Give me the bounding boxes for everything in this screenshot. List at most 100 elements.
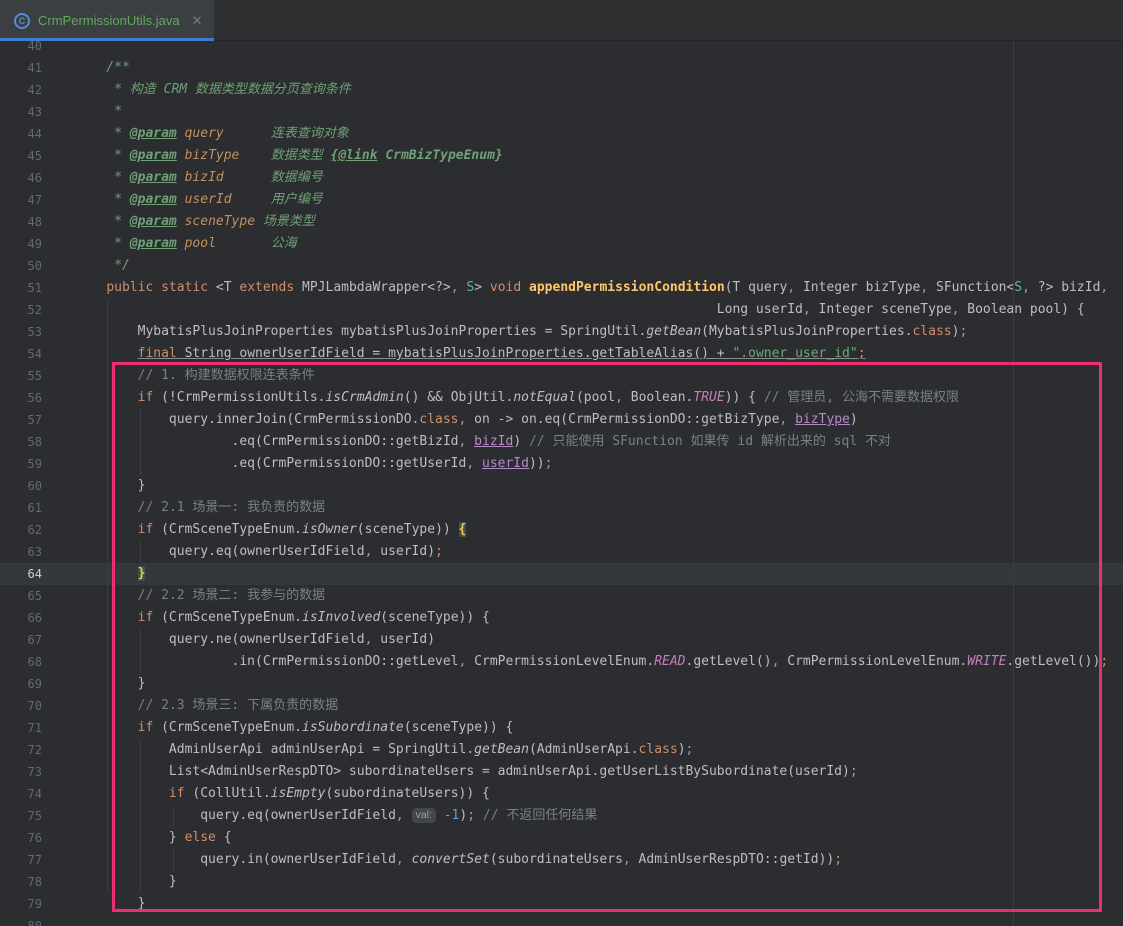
code-line[interactable]: 49 * @param pool 公海 <box>0 233 1123 255</box>
code-line[interactable]: 40 <box>0 41 1123 57</box>
line-number: 52 <box>0 299 42 321</box>
close-icon[interactable]: ✕ <box>192 13 203 29</box>
code-text: // 2.3 场景三: 下属负责的数据 <box>42 695 338 717</box>
code-text: if (!CrmPermissionUtils.isCrmAdmin() && … <box>42 387 959 409</box>
token: bizId <box>474 434 513 449</box>
line-number: 50 <box>0 255 42 277</box>
line-number: 70 <box>0 695 42 717</box>
code-line[interactable]: 69 } <box>0 673 1123 695</box>
tab-crmpermissionutils-java[interactable]: C CrmPermissionUtils.java ✕ <box>0 0 214 41</box>
code-line[interactable]: 44 * @param query 连表查询对象 <box>0 123 1123 145</box>
token: query <box>177 126 224 141</box>
code-line[interactable]: 57 query.innerJoin(CrmPermissionDO.class… <box>0 409 1123 431</box>
line-number: 54 <box>0 343 42 365</box>
line-number: 42 <box>0 79 42 101</box>
token: * 构造 CRM 数据类型数据分页查询条件 <box>75 82 351 97</box>
code-line[interactable]: 80 <box>0 915 1123 926</box>
code-line[interactable]: 43 * <box>0 101 1123 123</box>
line-number: 40 <box>0 41 42 57</box>
token: // 2.3 场景三: 下属负责的数据 <box>138 698 338 713</box>
token: , <box>787 280 795 295</box>
code-line[interactable]: 70 // 2.3 场景三: 下属负责的数据 <box>0 695 1123 717</box>
token: {@link <box>331 148 378 163</box>
code-line[interactable]: 79 } <box>0 893 1123 915</box>
code-line[interactable]: 66 if (CrmSceneTypeEnum.isInvolved(scene… <box>0 607 1123 629</box>
code-line[interactable]: 62 if (CrmSceneTypeEnum.isOwner(sceneTyp… <box>0 519 1123 541</box>
code-line[interactable]: 47 * @param userId 用户编号 <box>0 189 1123 211</box>
line-number: 68 <box>0 651 42 673</box>
token: S <box>1014 280 1022 295</box>
code-line[interactable]: 73 List<AdminUserRespDTO> subordinateUse… <box>0 761 1123 783</box>
code-text: * @param query 连表查询对象 <box>42 123 349 145</box>
token: , <box>1100 280 1108 295</box>
token: 场景类型 <box>255 214 315 229</box>
line-number: 41 <box>0 57 42 79</box>
code-editor[interactable]: 4041 /**42 * 构造 CRM 数据类型数据分页查询条件43 *44 *… <box>0 41 1123 926</box>
code-line[interactable]: 61 // 2.1 场景一: 我负责的数据 <box>0 497 1123 519</box>
code-line[interactable]: 63 query.eq(ownerUserIdField, userId); <box>0 541 1123 563</box>
code-line[interactable]: 41 /** <box>0 57 1123 79</box>
code-text: */ <box>42 255 130 277</box>
code-text: Long userId, Integer sceneType, Boolean … <box>42 299 1085 321</box>
token: /** <box>75 60 130 75</box>
code-line[interactable]: 67 query.ne(ownerUserIdField, userId) <box>0 629 1123 651</box>
code-text: .eq(CrmPermissionDO::getBizId, bizId) //… <box>42 431 891 453</box>
token: if <box>169 786 185 801</box>
code-line[interactable]: 72 AdminUserApi adminUserApi = SpringUti… <box>0 739 1123 761</box>
code-text: query.in(ownerUserIdField, convertSet(su… <box>42 849 842 871</box>
line-number: 56 <box>0 387 42 409</box>
line-number: 43 <box>0 101 42 123</box>
token: (subordinateUsers <box>490 852 623 867</box>
token: ; <box>545 456 553 471</box>
code-line[interactable]: 65 // 2.2 场景二: 我参与的数据 <box>0 585 1123 607</box>
code-line[interactable]: 60 } <box>0 475 1123 497</box>
token: , <box>623 852 631 867</box>
code-line[interactable]: 71 if (CrmSceneTypeEnum.isSubordinate(sc… <box>0 717 1123 739</box>
code-text: } <box>42 893 145 915</box>
token: (sceneType)) <box>357 522 459 537</box>
code-line[interactable]: 58 .eq(CrmPermissionDO::getBizId, bizId)… <box>0 431 1123 453</box>
token: class <box>912 324 951 339</box>
token: isSubordinate <box>302 720 404 735</box>
token: ".owner_user_id" <box>732 346 857 361</box>
code-line[interactable]: 74 if (CollUtil.isEmpty(subordinateUsers… <box>0 783 1123 805</box>
code-line[interactable]: 42 * 构造 CRM 数据类型数据分页查询条件 <box>0 79 1123 101</box>
token: * <box>75 170 130 185</box>
token: { <box>459 522 467 537</box>
line-number: 75 <box>0 805 42 827</box>
code-line[interactable]: 68 .in(CrmPermissionDO::getLevel, CrmPer… <box>0 651 1123 673</box>
token: ) <box>513 434 529 449</box>
token: } <box>138 566 146 581</box>
code-line[interactable]: 46 * @param bizId 数据编号 <box>0 167 1123 189</box>
token: MybatisPlusJoinProperties mybatisPlusJoi… <box>75 324 646 339</box>
code-line[interactable]: 78 } <box>0 871 1123 893</box>
token: userId <box>177 192 232 207</box>
code-line[interactable]: 53 MybatisPlusJoinProperties mybatisPlus… <box>0 321 1123 343</box>
code-line[interactable]: 50 */ <box>0 255 1123 277</box>
code-line[interactable]: 55 // 1. 构建数据权限连表条件 <box>0 365 1123 387</box>
code-line[interactable]: 51 public static <T extends MPJLambdaWra… <box>0 277 1123 299</box>
code-text: public static <T extends MPJLambdaWrappe… <box>42 277 1108 299</box>
code-line[interactable]: 64 } <box>0 563 1123 585</box>
token: ) <box>850 412 858 427</box>
code-line[interactable]: 75 query.eq(ownerUserIdField, val: -1); … <box>0 805 1123 827</box>
code-line[interactable]: 48 * @param sceneType 场景类型 <box>0 211 1123 233</box>
code-text: * @param bizId 数据编号 <box>42 167 323 189</box>
token: * <box>75 126 130 141</box>
code-line[interactable]: 56 if (!CrmPermissionUtils.isCrmAdmin() … <box>0 387 1123 409</box>
code-line[interactable]: 76 } else { <box>0 827 1123 849</box>
token: SFunction< <box>928 280 1014 295</box>
line-number: 72 <box>0 739 42 761</box>
token: if <box>138 522 154 537</box>
line-number: 73 <box>0 761 42 783</box>
code-line[interactable]: 54 final String ownerUserIdField = mybat… <box>0 343 1123 365</box>
token: query.in(ownerUserIdField <box>75 852 396 867</box>
indent-guide-line <box>140 541 141 563</box>
code-line[interactable]: 59 .eq(CrmPermissionDO::getUserId, userI… <box>0 453 1123 475</box>
code-line[interactable]: 52 Long userId, Integer sceneType, Boole… <box>0 299 1123 321</box>
code-line[interactable]: 45 * @param bizType 数据类型 {@link CrmBizTy… <box>0 145 1123 167</box>
code-line[interactable]: 77 query.in(ownerUserIdField, convertSet… <box>0 849 1123 871</box>
token: )) { <box>725 390 764 405</box>
token: , <box>396 808 404 823</box>
token <box>153 280 161 295</box>
